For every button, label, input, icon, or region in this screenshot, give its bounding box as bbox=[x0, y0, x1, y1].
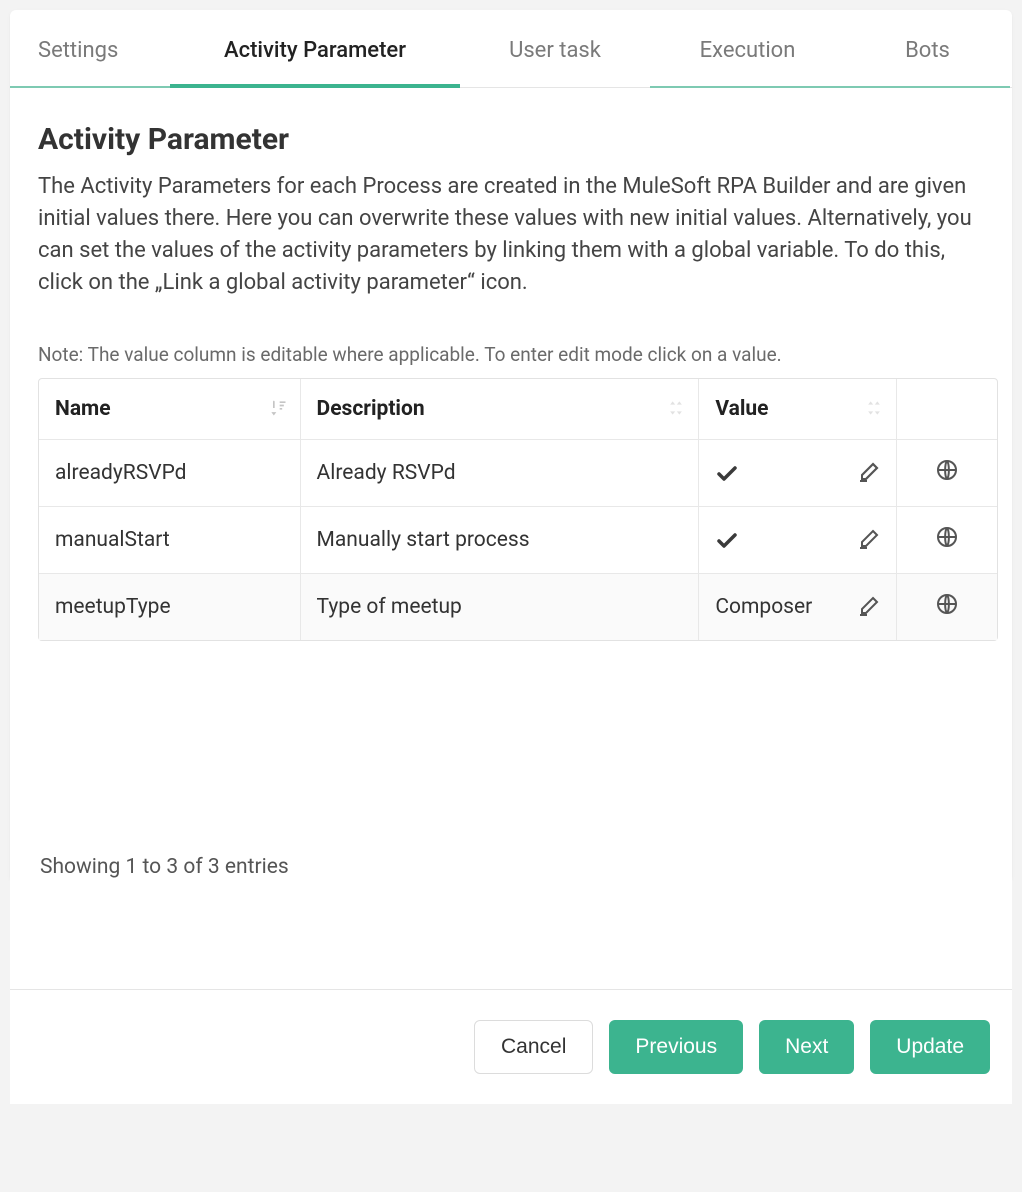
tab-bots[interactable]: Bots bbox=[845, 10, 1010, 87]
column-header-actions bbox=[897, 379, 997, 440]
column-header-value-label: Value bbox=[715, 397, 768, 421]
column-header-description[interactable]: Description bbox=[301, 379, 700, 440]
cell-name: meetupType bbox=[39, 574, 301, 640]
cell-description: Type of meetup bbox=[301, 574, 700, 640]
cell-value[interactable]: Composer bbox=[699, 574, 897, 640]
page-note: Note: The value column is editable where… bbox=[38, 343, 984, 366]
sort-icon[interactable] bbox=[864, 398, 884, 420]
column-header-description-label: Description bbox=[317, 397, 425, 421]
cell-actions bbox=[897, 507, 997, 574]
check-icon bbox=[715, 528, 739, 552]
tab-underline bbox=[10, 86, 170, 88]
sort-icon[interactable] bbox=[268, 398, 288, 420]
tab-execution-label: Execution bbox=[700, 38, 796, 63]
cancel-button[interactable]: Cancel bbox=[474, 1020, 593, 1074]
edit-icon[interactable] bbox=[856, 595, 880, 619]
edit-icon[interactable] bbox=[856, 528, 880, 552]
cell-name: manualStart bbox=[39, 507, 301, 574]
cell-value[interactable] bbox=[699, 440, 897, 507]
tab-user-task-label: User task bbox=[509, 38, 601, 63]
next-button[interactable]: Next bbox=[759, 1020, 854, 1074]
column-header-name-label: Name bbox=[55, 397, 111, 421]
tab-settings-label: Settings bbox=[38, 38, 118, 63]
column-header-value[interactable]: Value bbox=[699, 379, 897, 440]
cell-actions bbox=[897, 440, 997, 507]
column-header-name[interactable]: Name bbox=[39, 379, 301, 440]
tab-bots-label: Bots bbox=[905, 38, 950, 63]
tab-user-task[interactable]: User task bbox=[460, 10, 650, 87]
globe-icon[interactable] bbox=[935, 592, 959, 616]
check-icon bbox=[715, 461, 739, 485]
globe-icon[interactable] bbox=[935, 458, 959, 482]
cell-name: alreadyRSVPd bbox=[39, 440, 301, 507]
previous-button[interactable]: Previous bbox=[609, 1020, 743, 1074]
footer: Cancel Previous Next Update bbox=[10, 989, 1012, 1104]
page-title: Activity Parameter bbox=[38, 122, 984, 157]
tab-underline-active bbox=[170, 84, 460, 88]
tab-execution[interactable]: Execution bbox=[650, 10, 845, 87]
table-header-row: Name Description Value bbox=[39, 379, 997, 440]
table-row: alreadyRSVPd Already RSVPd bbox=[39, 440, 997, 507]
table-row: meetupType Type of meetup Composer bbox=[39, 574, 997, 640]
cell-description: Manually start process bbox=[301, 507, 700, 574]
cell-actions bbox=[897, 574, 997, 640]
page-description: The Activity Parameters for each Process… bbox=[38, 171, 984, 299]
tab-underline bbox=[845, 86, 1010, 88]
cell-value[interactable] bbox=[699, 507, 897, 574]
tab-underline bbox=[650, 86, 845, 88]
tabs: Settings Activity Parameter User task Ex… bbox=[10, 10, 1012, 88]
globe-icon[interactable] bbox=[935, 525, 959, 549]
tab-settings[interactable]: Settings bbox=[10, 10, 170, 87]
tab-activity-parameter[interactable]: Activity Parameter bbox=[170, 10, 460, 87]
parameters-table: Name Description Value bbox=[38, 378, 998, 641]
table-row: manualStart Manually start process bbox=[39, 507, 997, 574]
value-text: Composer bbox=[715, 595, 812, 619]
sort-icon[interactable] bbox=[666, 398, 686, 420]
edit-icon[interactable] bbox=[856, 461, 880, 485]
entries-info: Showing 1 to 3 of 3 entries bbox=[38, 855, 984, 879]
update-button[interactable]: Update bbox=[870, 1020, 990, 1074]
tab-activity-label: Activity Parameter bbox=[224, 38, 406, 63]
cell-description: Already RSVPd bbox=[301, 440, 700, 507]
